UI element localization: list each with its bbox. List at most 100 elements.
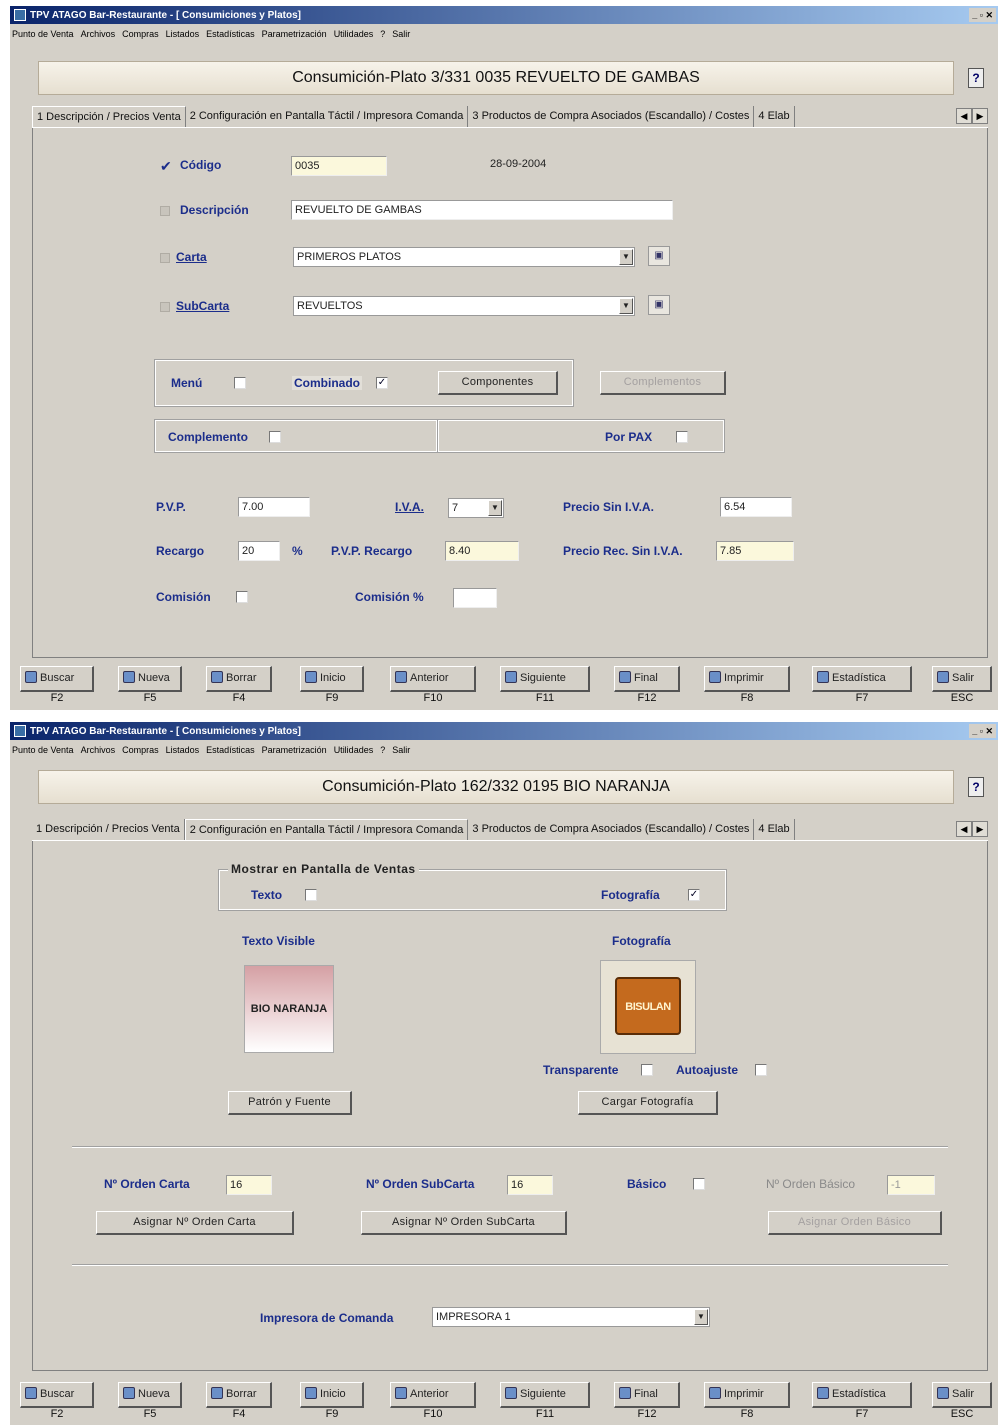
chevron-down-icon[interactable]: ▼ bbox=[619, 249, 633, 265]
transparente-checkbox[interactable] bbox=[641, 1064, 653, 1076]
precio-rec-field[interactable]: 7.85 bbox=[716, 541, 794, 561]
menu-item-compras[interactable]: Compras bbox=[122, 29, 159, 39]
tab-descripcion[interactable]: 1 Descripción / Precios Venta bbox=[32, 106, 186, 127]
iva-select[interactable]: 7 ▼ bbox=[448, 498, 504, 518]
menu-checkbox[interactable] bbox=[234, 377, 246, 389]
menu-item-utilidades[interactable]: Utilidades bbox=[334, 745, 374, 755]
menu-item-parametrizacion[interactable]: Parametrización bbox=[262, 745, 327, 755]
carta-label[interactable]: Carta bbox=[176, 250, 207, 264]
porpax-checkbox[interactable] bbox=[676, 431, 688, 443]
descripcion-field[interactable]: REVUELTO DE GAMBAS bbox=[291, 200, 673, 220]
precio-sin-iva-field[interactable]: 6.54 bbox=[720, 497, 792, 517]
autoajuste-checkbox[interactable] bbox=[755, 1064, 767, 1076]
comision-pct-field[interactable] bbox=[453, 588, 497, 608]
asignar-orden-basico-button[interactable]: Asignar Orden Básico bbox=[768, 1211, 942, 1235]
subcarta-select[interactable]: REVUELTOS ▼ bbox=[293, 296, 635, 316]
basico-checkbox[interactable] bbox=[693, 1178, 705, 1190]
patron-fuente-button[interactable]: Patrón y Fuente bbox=[228, 1091, 352, 1115]
menu-item-punto-de-venta[interactable]: Punto de Venta bbox=[12, 745, 74, 755]
estadistica-button[interactable]: Estadística bbox=[812, 1382, 912, 1408]
imprimir-button[interactable]: Imprimir bbox=[704, 1382, 790, 1408]
nueva-button[interactable]: Nueva bbox=[118, 666, 182, 692]
tab-productos[interactable]: 3 Productos de Compra Asociados (Escanda… bbox=[468, 106, 755, 127]
chevron-down-icon[interactable]: ▼ bbox=[488, 500, 502, 516]
tab-descripcion[interactable]: 1 Descripción / Precios Venta bbox=[32, 819, 185, 840]
impresora-select[interactable]: IMPRESORA 1 ▼ bbox=[432, 1307, 710, 1327]
menu-item-estadisticas[interactable]: Estadísticas bbox=[206, 745, 255, 755]
pvp-field[interactable]: 7.00 bbox=[238, 497, 310, 517]
recargo-field[interactable]: 20 bbox=[238, 541, 280, 561]
tab-left-arrow-icon[interactable]: ◀ bbox=[956, 108, 972, 124]
asignar-orden-subcarta-button[interactable]: Asignar Nº Orden SubCarta bbox=[361, 1211, 567, 1235]
final-button[interactable]: Final bbox=[614, 666, 680, 692]
chevron-down-icon[interactable]: ▼ bbox=[694, 1309, 708, 1325]
arrow-left-icon bbox=[395, 1387, 407, 1399]
complemento-checkbox[interactable] bbox=[269, 431, 281, 443]
imprimir-button[interactable]: Imprimir bbox=[704, 666, 790, 692]
componentes-button[interactable]: Componentes bbox=[438, 371, 558, 395]
menu-item-help[interactable]: ? bbox=[380, 29, 385, 39]
menu-item-punto-de-venta[interactable]: Punto de Venta bbox=[12, 29, 74, 39]
pvp-recargo-field[interactable]: 8.40 bbox=[445, 541, 519, 561]
menu-item-listados[interactable]: Listados bbox=[166, 29, 200, 39]
tab-productos[interactable]: 3 Productos de Compra Asociados (Escanda… bbox=[468, 819, 755, 840]
tab-right-arrow-icon[interactable]: ▶ bbox=[972, 821, 988, 837]
menu-item-help[interactable]: ? bbox=[380, 745, 385, 755]
asignar-orden-carta-button[interactable]: Asignar Nº Orden Carta bbox=[96, 1211, 294, 1235]
window-controls[interactable]: _ ▫ ✕ bbox=[969, 724, 996, 738]
menu-item-salir[interactable]: Salir bbox=[392, 29, 410, 39]
inicio-button[interactable]: Inicio bbox=[300, 666, 364, 692]
final-button[interactable]: Final bbox=[614, 1382, 680, 1408]
estadistica-button[interactable]: Estadística bbox=[812, 666, 912, 692]
menu-item-archivos[interactable]: Archivos bbox=[81, 29, 116, 39]
tab-left-arrow-icon[interactable]: ◀ bbox=[956, 821, 972, 837]
fotografia-checkbox[interactable]: ✓ bbox=[688, 889, 700, 901]
tab-right-arrow-icon[interactable]: ▶ bbox=[972, 108, 988, 124]
anterior-button[interactable]: Anterior bbox=[390, 1382, 476, 1408]
anterior-button[interactable]: Anterior bbox=[390, 666, 476, 692]
tab-elaboracion[interactable]: 4 Elab bbox=[754, 819, 795, 840]
menu-item-estadisticas[interactable]: Estadísticas bbox=[206, 29, 255, 39]
subcarta-lookup-icon[interactable]: ▣ bbox=[648, 295, 670, 315]
carta-lookup-icon[interactable]: ▣ bbox=[648, 246, 670, 266]
menu-item-parametrizacion[interactable]: Parametrización bbox=[262, 29, 327, 39]
inicio-button[interactable]: Inicio bbox=[300, 1382, 364, 1408]
orden-carta-field[interactable]: 16 bbox=[226, 1175, 272, 1195]
siguiente-button[interactable]: Siguiente bbox=[500, 1382, 590, 1408]
window-controls[interactable]: _ ▫ ✕ bbox=[969, 8, 996, 22]
buscar-button[interactable]: Buscar bbox=[20, 666, 94, 692]
orden-subcarta-field[interactable]: 16 bbox=[507, 1175, 553, 1195]
menu-item-archivos[interactable]: Archivos bbox=[81, 745, 116, 755]
help-icon[interactable]: ? bbox=[968, 777, 984, 797]
iva-label[interactable]: I.V.A. bbox=[395, 500, 424, 514]
help-icon[interactable]: ? bbox=[968, 68, 984, 88]
salir-button[interactable]: Salir bbox=[932, 666, 992, 692]
orden-basico-field[interactable]: -1 bbox=[887, 1175, 935, 1195]
tab-elaboracion[interactable]: 4 Elab bbox=[754, 106, 795, 127]
borrar-button[interactable]: Borrar bbox=[206, 1382, 272, 1408]
salir-button[interactable]: Salir bbox=[932, 1382, 992, 1408]
menu-item-salir[interactable]: Salir bbox=[392, 745, 410, 755]
tab-configuracion[interactable]: 2 Configuración en Pantalla Táctil / Imp… bbox=[186, 106, 469, 127]
texto-checkbox[interactable] bbox=[305, 889, 317, 901]
chart-icon bbox=[817, 671, 829, 683]
menu-item-listados[interactable]: Listados bbox=[166, 745, 200, 755]
borrar-button[interactable]: Borrar bbox=[206, 666, 272, 692]
complementos-button[interactable]: Complementos bbox=[600, 371, 726, 395]
codigo-field[interactable]: 0035 bbox=[291, 156, 387, 176]
siguiente-button[interactable]: Siguiente bbox=[500, 666, 590, 692]
comision-checkbox[interactable] bbox=[236, 591, 248, 603]
tab-configuracion[interactable]: 2 Configuración en Pantalla Táctil / Imp… bbox=[184, 819, 469, 840]
nueva-button[interactable]: Nueva bbox=[118, 1382, 182, 1408]
cargar-fotografia-button[interactable]: Cargar Fotografía bbox=[578, 1091, 718, 1115]
tab-strip: 1 Descripción / Precios Venta 2 Configur… bbox=[32, 819, 988, 841]
chevron-down-icon[interactable]: ▼ bbox=[619, 298, 633, 314]
menu-item-compras[interactable]: Compras bbox=[122, 745, 159, 755]
carta-select[interactable]: PRIMEROS PLATOS ▼ bbox=[293, 247, 635, 267]
buscar-button[interactable]: Buscar bbox=[20, 1382, 94, 1408]
printer-icon bbox=[709, 1387, 721, 1399]
menu-item-utilidades[interactable]: Utilidades bbox=[334, 29, 374, 39]
combinado-checkbox[interactable]: ✓ bbox=[376, 377, 388, 389]
subcarta-label[interactable]: SubCarta bbox=[176, 299, 229, 313]
arrow-right-icon bbox=[505, 671, 517, 683]
